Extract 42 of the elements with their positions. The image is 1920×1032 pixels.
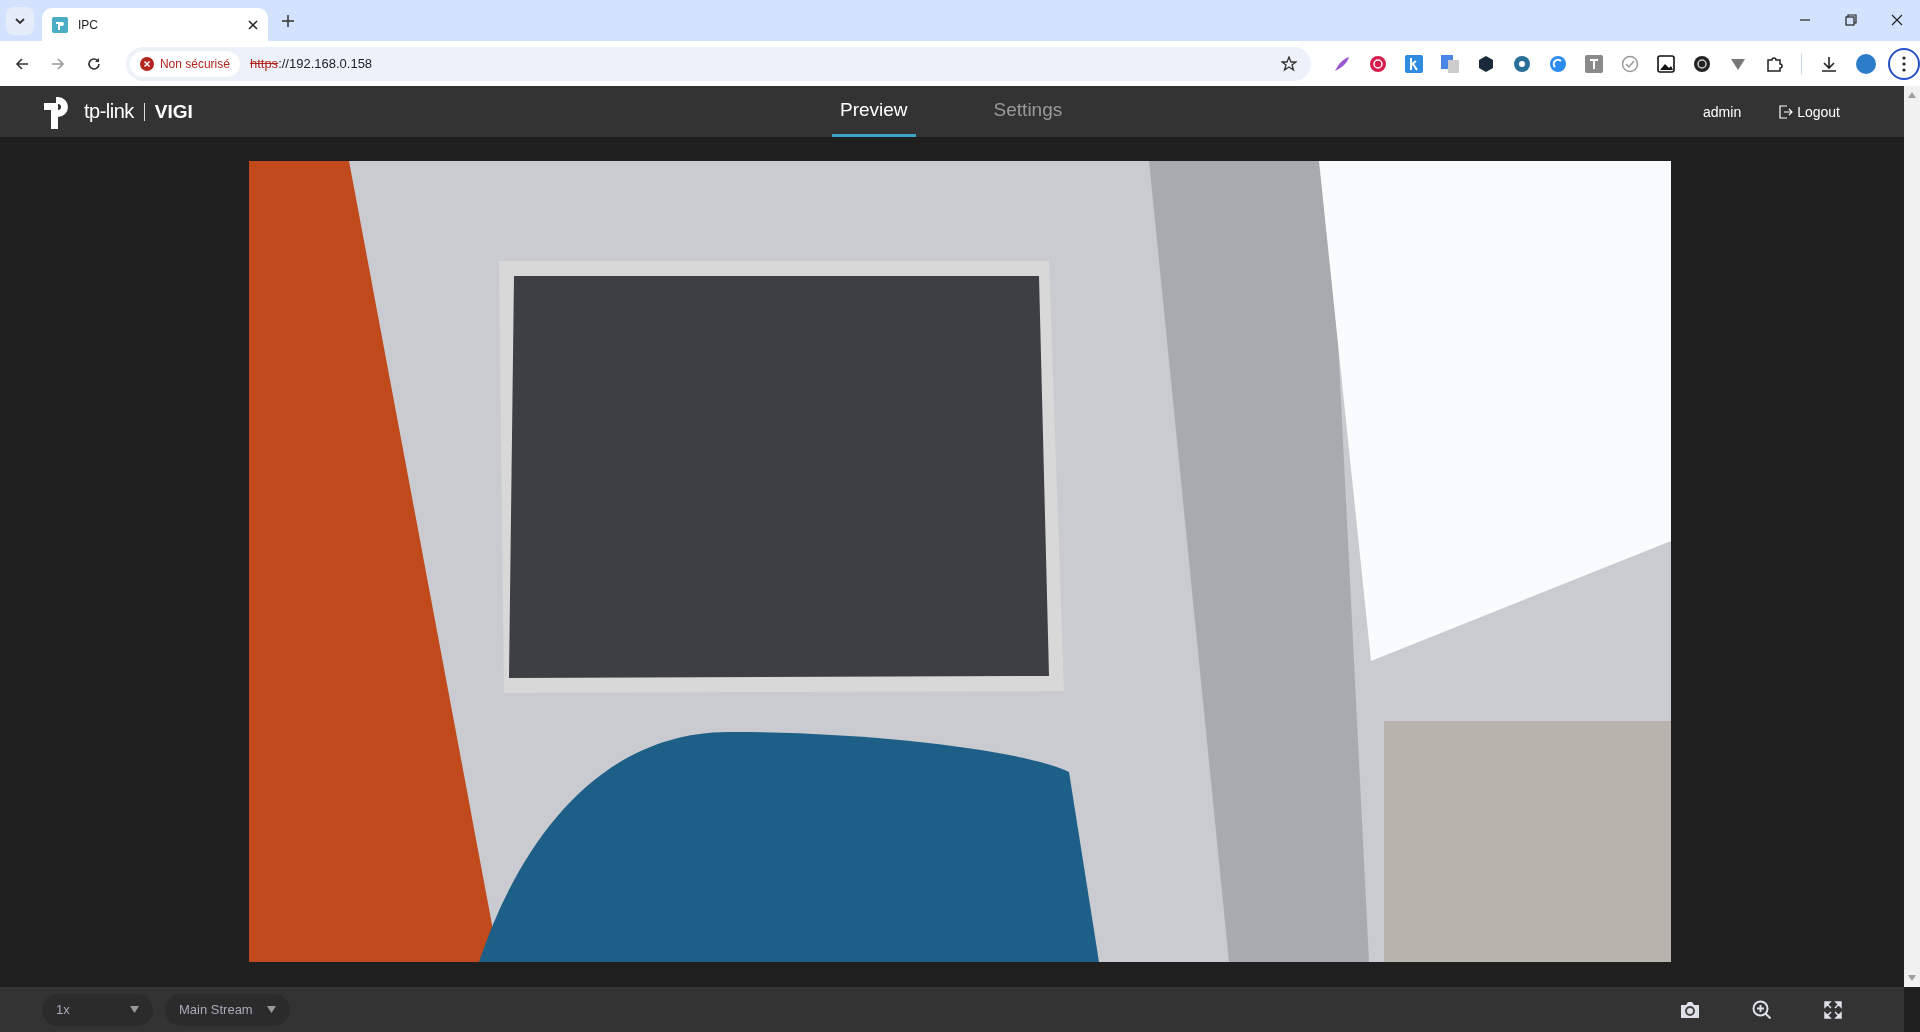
- puzzle-icon[interactable]: [1765, 54, 1783, 73]
- translate-icon[interactable]: [1441, 54, 1459, 73]
- dropdown-icon: [266, 1006, 276, 1013]
- dropdown-icon: [130, 1006, 139, 1013]
- browser-tab[interactable]: IPC: [42, 8, 268, 41]
- tab-title: IPC: [78, 17, 99, 32]
- brand-name: tp-link: [84, 100, 134, 123]
- check-icon[interactable]: [1621, 54, 1639, 73]
- reload-icon[interactable]: [85, 55, 102, 72]
- star-icon[interactable]: [1281, 55, 1297, 72]
- nav-tab[interactable]: Preview: [832, 86, 916, 137]
- url-text: https://192.168.0.158: [249, 56, 373, 71]
- close-icon[interactable]: [248, 19, 258, 30]
- image-icon[interactable]: [1657, 54, 1675, 73]
- stream-dropdown[interactable]: Main Stream: [165, 993, 290, 1026]
- more-icon: [1902, 55, 1906, 72]
- nav-tab[interactable]: Settings: [985, 86, 1071, 137]
- menu-button[interactable]: [1888, 47, 1920, 80]
- zoom-dropdown[interactable]: 1x: [42, 993, 153, 1026]
- security-label: Non sécurisé: [159, 56, 230, 71]
- logout-button[interactable]: Logout: [1779, 103, 1840, 120]
- extension-icon[interactable]: [1477, 54, 1495, 73]
- address-bar[interactable]: Non sécurisé https://192.168.0.158: [125, 46, 1311, 81]
- logo-icon: [52, 16, 68, 33]
- fullscreen-icon[interactable]: [1824, 1000, 1842, 1019]
- product-name: VIGI: [154, 100, 193, 123]
- zoom-in-icon[interactable]: [1752, 999, 1772, 1020]
- new-tab-icon[interactable]: [282, 15, 294, 27]
- restore-icon[interactable]: [1845, 14, 1857, 26]
- logout-icon: [1779, 104, 1794, 119]
- forward-icon[interactable]: [49, 55, 66, 72]
- download-icon[interactable]: [1820, 54, 1838, 73]
- avatar-icon[interactable]: [1856, 53, 1876, 74]
- tab-list-button[interactable]: [6, 7, 34, 35]
- chevron-down-icon: [14, 17, 26, 25]
- user-name: admin: [1703, 103, 1742, 120]
- feather-icon[interactable]: [1333, 54, 1351, 73]
- extension-icon[interactable]: [1693, 54, 1711, 73]
- security-chip[interactable]: Non sécurisé: [129, 50, 240, 77]
- warning-icon: [139, 56, 154, 71]
- camera-icon[interactable]: [1680, 1000, 1700, 1019]
- close-icon[interactable]: [1891, 14, 1903, 26]
